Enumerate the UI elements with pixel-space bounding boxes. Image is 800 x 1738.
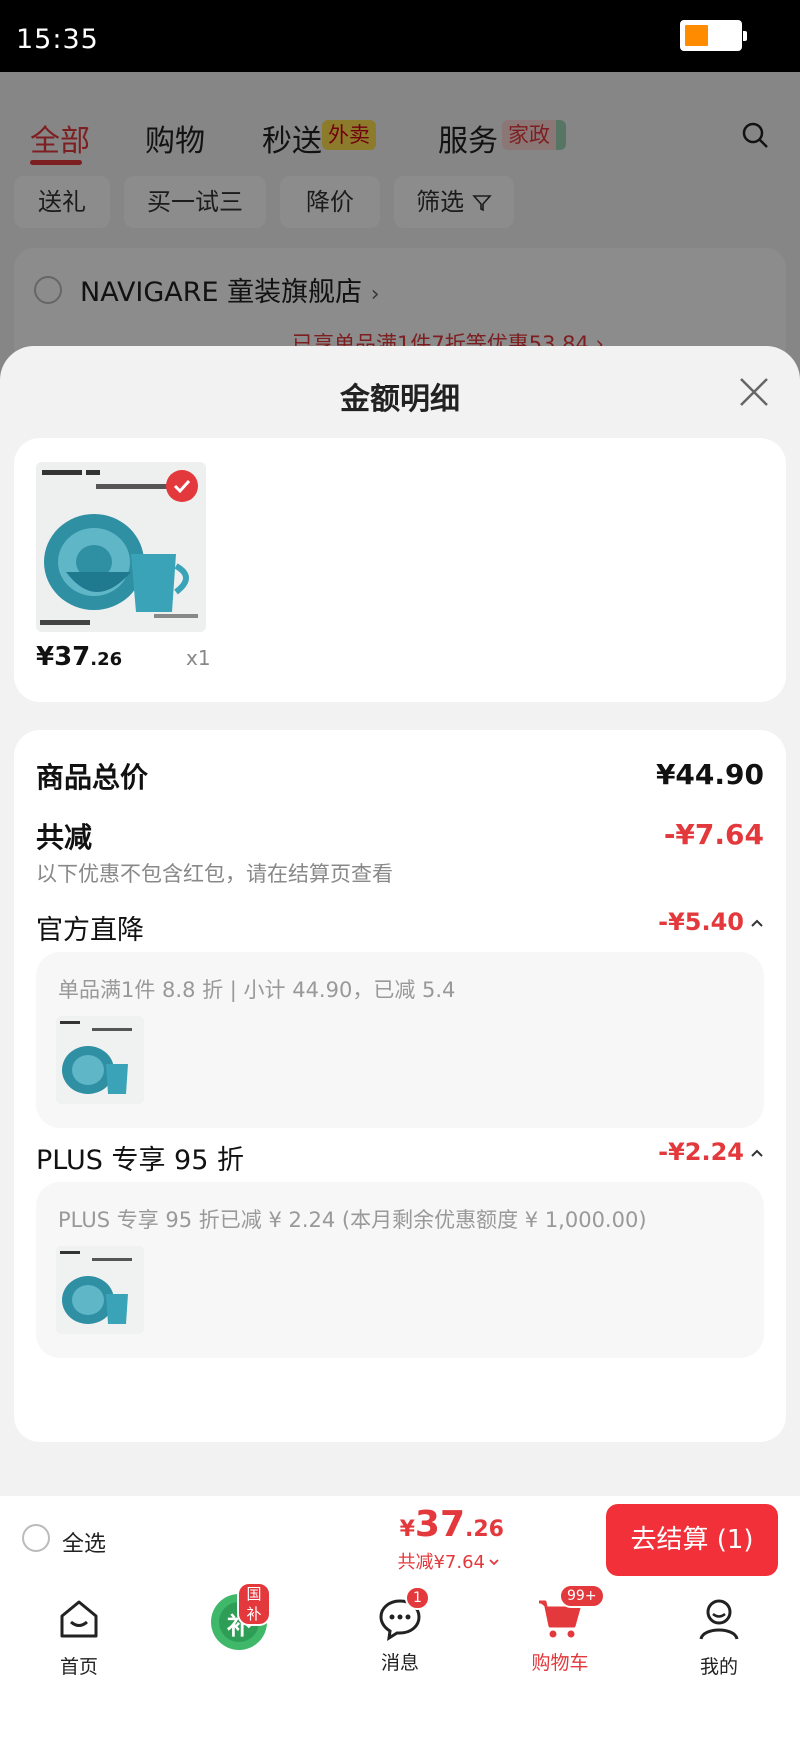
chevron-up-icon	[751, 919, 763, 927]
select-all-label[interactable]: 全选	[62, 1526, 106, 1558]
home-icon	[60, 1600, 98, 1638]
chevron-up-icon	[751, 1149, 763, 1157]
nav-home-label: 首页	[59, 1656, 98, 1678]
amount-detail-sheet: 金额明细 ¥37.26 x1 商品总价 ¥44.90 共减 -¥7.64 以下优…	[0, 346, 800, 1496]
subsidy-icon: 补 国补	[207, 1582, 271, 1652]
checkout-discount-toggle[interactable]: 共减¥7.64	[397, 1548, 500, 1574]
nav-home[interactable]: 首页	[24, 1596, 134, 1679]
nav-subsidy[interactable]: 补 国补	[184, 1582, 294, 1652]
profile-icon	[699, 1599, 739, 1640]
product-card: ¥37.26 x1	[14, 438, 786, 702]
status-time: 15:35	[16, 24, 99, 55]
product-price: ¥37.26	[36, 642, 123, 672]
bottom-nav: 首页 补 国补 1 消息 99+ 购物车 我的	[0, 1580, 800, 1738]
plus-discount-toggle[interactable]: -¥2.24	[658, 1138, 764, 1166]
chevron-down-icon	[489, 1559, 499, 1566]
official-discount-detail: 单品满1件 8.8 折 | 小计 44.90，已减 5.4	[36, 952, 764, 1128]
cart-badge: 99+	[559, 1584, 605, 1608]
official-discount-thumbnail	[56, 1016, 144, 1104]
product-quantity: x1	[186, 646, 211, 670]
official-discount-desc: 单品满1件 8.8 折 | 小计 44.90，已减 5.4	[58, 978, 456, 1002]
nav-cart[interactable]: 99+ 购物车	[505, 1584, 615, 1675]
sheet-title: 金额明细	[340, 382, 460, 417]
message-badge: 1	[405, 1586, 430, 1610]
selected-check-icon	[166, 470, 198, 502]
nav-messages-label: 消息	[380, 1652, 419, 1674]
checkout-total-price: ¥37.26	[399, 1504, 504, 1545]
nav-messages[interactable]: 1 消息	[345, 1586, 455, 1675]
subsidy-badge: 国补	[237, 1582, 271, 1626]
battery-icon	[680, 20, 747, 51]
nav-profile-label: 我的	[699, 1656, 738, 1678]
checkout-button[interactable]: 去结算 (1)	[606, 1504, 778, 1576]
total-value: ¥44.90	[655, 758, 764, 791]
nav-cart-label: 购物车	[531, 1652, 589, 1674]
plus-discount-label: PLUS 专享 95 折	[36, 1145, 244, 1176]
nav-profile[interactable]: 我的	[664, 1596, 774, 1679]
checkout-bar: 全选 ¥37.26 共减¥7.64 去结算 (1)	[0, 1496, 800, 1580]
official-discount-toggle[interactable]: -¥5.40	[658, 908, 764, 936]
message-icon: 1	[377, 1586, 430, 1642]
select-all-radio[interactable]	[22, 1524, 50, 1552]
total-label: 商品总价	[36, 761, 149, 794]
plus-discount-detail: PLUS 专享 95 折已减 ¥ 2.24 (本月剩余优惠额度 ¥ 1,000.…	[36, 1182, 764, 1358]
status-bar: 15:35	[0, 0, 800, 72]
price-summary-card: 商品总价 ¥44.90 共减 -¥7.64 以下优惠不包含红包，请在结算页查看 …	[14, 730, 786, 1442]
plus-discount-desc: PLUS 专享 95 折已减 ¥ 2.24 (本月剩余优惠额度 ¥ 1,000.…	[58, 1208, 647, 1232]
discount-value: -¥7.64	[663, 818, 764, 851]
discount-label: 共减	[36, 821, 93, 854]
plus-discount-thumbnail	[56, 1246, 144, 1334]
official-discount-label: 官方直降	[36, 915, 144, 946]
cart-icon: 99+	[537, 1584, 605, 1642]
discount-note: 以下优惠不包含红包，请在结算页查看	[36, 862, 393, 886]
close-icon[interactable]	[738, 376, 770, 408]
